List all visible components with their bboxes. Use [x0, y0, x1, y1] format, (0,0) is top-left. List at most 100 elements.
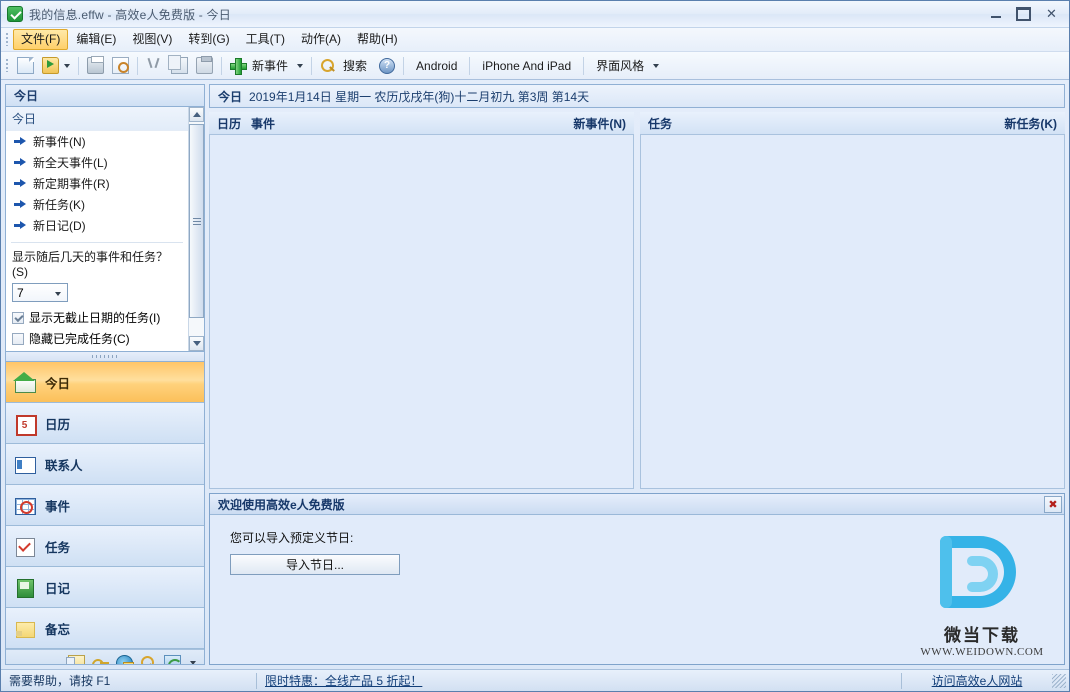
welcome-panel: 欢迎使用高效e人免费版 ✖ 您可以导入预定义节日: 导入节日... 微当下载 W… [209, 493, 1065, 665]
chevron-down-icon[interactable] [297, 63, 304, 68]
menu-edit[interactable]: 编辑(E) [68, 29, 124, 50]
clipboard-icon[interactable] [66, 654, 85, 664]
watermark-url: WWW.WEIDOWN.COM [920, 646, 1044, 658]
sidebar-scrollbar[interactable] [188, 107, 204, 351]
print-button[interactable] [83, 54, 108, 78]
watermark: 微当下载 WWW.WEIDOWN.COM [912, 528, 1052, 658]
copy-icon [168, 55, 188, 74]
cut-icon [146, 57, 163, 74]
iphone-ipad-button[interactable]: iPhone And iPad [474, 54, 579, 78]
chevron-down-icon[interactable] [653, 63, 660, 68]
new-event-action[interactable]: 新事件(N) [573, 115, 626, 132]
chevron-down-icon[interactable] [55, 292, 61, 296]
sidebar-item-label: 任务 [45, 540, 71, 555]
scroll-up-button[interactable] [189, 107, 204, 122]
task-pane-label: 任务 [648, 116, 673, 131]
welcome-close-button[interactable]: ✖ [1044, 495, 1062, 513]
status-promo-link[interactable]: 限时特惠：全线产品 5 折起！ [265, 672, 422, 689]
application-window: 我的信息.effw - 高效e人免费版 - 今日 ✕ 文件(F) 编辑(E) 视… [0, 0, 1070, 692]
days-range-select[interactable]: 7 [12, 283, 68, 302]
menu-drag-handle[interactable] [4, 31, 10, 48]
sidebar-link-label: 新定期事件(R) [33, 177, 110, 191]
key-icon[interactable] [92, 655, 109, 664]
checkbox-show-no-due-date[interactable]: 显示无截止日期的任务(I) [6, 307, 188, 328]
menu-tools[interactable]: 工具(T) [238, 29, 293, 50]
help-button[interactable]: ? [375, 54, 399, 78]
welcome-title: 欢迎使用高效e人免费版 [218, 497, 345, 512]
menu-actions[interactable]: 动作(A) [293, 29, 349, 50]
contacts-icon [14, 454, 36, 475]
globe-lock-icon[interactable] [116, 654, 134, 664]
new-task-action[interactable]: 新任务(K) [1004, 115, 1057, 132]
sidebar-link-new-allday-event[interactable]: 新全天事件(L) [6, 152, 188, 173]
copy-button[interactable] [167, 54, 192, 78]
sidebar-splitter[interactable] [5, 352, 205, 361]
skin-label: 界面风格 [596, 59, 645, 73]
menu-goto[interactable]: 转到(G) [180, 29, 237, 50]
resize-grip-icon[interactable] [1052, 673, 1066, 688]
sidebar-link-new-task[interactable]: 新任务(K) [6, 194, 188, 215]
toolbar: 新事件 搜索 ? Android iPhone And iPad 界面风格 [1, 52, 1069, 80]
chevron-down-icon[interactable] [190, 660, 196, 664]
sidebar-item-contacts[interactable]: 联系人 [6, 444, 204, 485]
status-site-link[interactable]: 访问高效e人网站 [932, 672, 1023, 689]
sidebar-item-label: 备忘 [45, 622, 71, 637]
import-holidays-button[interactable]: 导入节日... [230, 554, 400, 575]
window-title: 我的信息.effw - 高效e人免费版 - 今日 [29, 7, 231, 22]
sidebar-link-new-journal[interactable]: 新日记(D) [6, 215, 188, 236]
cut-button[interactable] [142, 54, 167, 78]
scroll-thumb[interactable] [189, 124, 204, 318]
sidebar-item-tasks[interactable]: 任务 [6, 526, 204, 567]
grip-icon [192, 217, 201, 225]
calendar-pane-body[interactable] [209, 134, 634, 489]
scroll-down-button[interactable] [189, 336, 204, 351]
sidebar-link-new-recurring-event[interactable]: 新定期事件(R) [6, 173, 188, 194]
skin-button[interactable]: 界面风格 [588, 54, 663, 78]
scroll-track[interactable] [189, 122, 204, 336]
checkbox-label: 显示无截止日期的任务(I) [29, 311, 161, 325]
close-button[interactable]: ✕ [1038, 3, 1065, 24]
search-button[interactable]: 搜索 [316, 54, 375, 78]
sidebar-link-new-event[interactable]: 新事件(N) [6, 131, 188, 152]
sidebar-panel-title: 今日 [5, 84, 205, 106]
maximize-button[interactable] [1010, 3, 1037, 24]
watermark-name: 微当下载 [944, 626, 1020, 645]
menu-view[interactable]: 视图(V) [124, 29, 180, 50]
sidebar-item-journal[interactable]: 日记 [6, 567, 204, 608]
open-file-button[interactable] [38, 54, 74, 78]
paste-button[interactable] [192, 54, 217, 78]
toolbar-separator [137, 56, 138, 75]
magnifier-icon[interactable] [140, 655, 157, 664]
sidebar-item-notes[interactable]: 备忘 [6, 608, 204, 649]
new-event-button[interactable]: 新事件 [226, 54, 307, 78]
sidebar-item-label: 日记 [45, 581, 71, 596]
sync-icon[interactable] [164, 654, 182, 664]
content-area: 今日 2019年1月14日 星期一 农历戊戌年(狗)十二月初九 第3周 第14天… [209, 84, 1065, 665]
toolbar-drag-handle[interactable] [4, 57, 10, 74]
sidebar-item-calendar[interactable]: 日历 [6, 403, 204, 444]
toolbar-separator [403, 56, 405, 75]
magnifier-icon [320, 58, 336, 74]
android-button[interactable]: Android [408, 54, 465, 78]
paste-icon [196, 56, 213, 74]
checkbox-icon[interactable] [12, 332, 24, 345]
letter-d-logo-icon [940, 536, 1016, 608]
print-preview-button[interactable] [108, 54, 133, 78]
menu-help[interactable]: 帮助(H) [349, 29, 406, 50]
status-bar: 需要帮助，请按 F1 限时特惠：全线产品 5 折起！ 访问高效e人网站 [1, 669, 1069, 691]
task-pane-body[interactable] [640, 134, 1065, 489]
arrow-right-icon [14, 220, 27, 231]
sidebar-item-events[interactable]: 事件 [6, 485, 204, 526]
checkbox-hide-completed[interactable]: 隐藏已完成任务(C) [6, 328, 188, 349]
print-icon [87, 56, 104, 74]
menu-file[interactable]: 文件(F) [13, 29, 69, 50]
checkbox-icon[interactable] [12, 311, 24, 324]
sidebar-item-today[interactable]: 今日 [6, 362, 204, 403]
new-document-button[interactable] [13, 54, 38, 78]
sidebar-tool-strip [6, 649, 204, 664]
welcome-panel-body: 您可以导入预定义节日: 导入节日... 微当下载 WWW.WEIDOWN.COM [210, 515, 1064, 664]
minimize-button[interactable] [982, 3, 1009, 24]
sidebar-item-label: 日历 [45, 417, 71, 432]
days-range-value: 7 [17, 285, 24, 300]
chevron-down-icon[interactable] [64, 63, 70, 68]
